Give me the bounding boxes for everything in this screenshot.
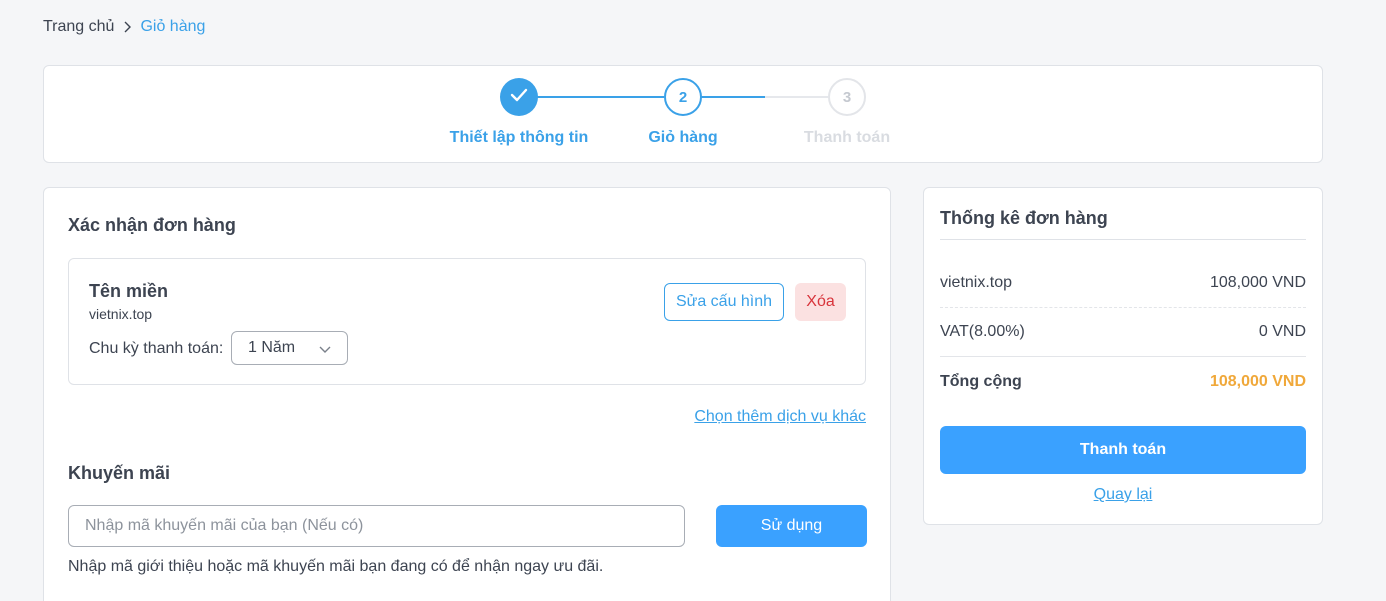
item-name: Tên miền	[89, 281, 169, 301]
apply-promo-button[interactable]: Sử dụng	[716, 505, 867, 547]
promo-code-input[interactable]	[68, 505, 685, 547]
summary-divider	[940, 239, 1306, 240]
step-2-circle: 2	[664, 78, 702, 116]
delete-item-button[interactable]: Xóa	[795, 283, 846, 321]
promo-hint: Nhập mã giới thiệu hoặc mã khuyến mãi bạ…	[68, 558, 604, 575]
add-more-services-link[interactable]: Chọn thêm dịch vụ khác	[694, 408, 866, 426]
order-summary-card: Thống kê đơn hàng vietnix.top 108,000 VN…	[923, 187, 1323, 525]
step-connector-pending	[765, 96, 828, 98]
step-connector-done	[519, 96, 664, 98]
billing-cycle-select[interactable]: 1 Năm	[231, 331, 348, 365]
summary-row: VAT(8.00%) 0 VND	[940, 308, 1306, 357]
step-3-label: Thanh toán	[803, 129, 891, 146]
chevron-right-icon	[122, 21, 132, 33]
chevron-down-icon	[319, 342, 331, 360]
summary-row-value: 0 VND	[1258, 323, 1306, 340]
order-title: Xác nhận đơn hàng	[68, 215, 236, 235]
summary-title: Thống kê đơn hàng	[940, 208, 1108, 228]
step-1-circle	[500, 78, 538, 116]
edit-config-button[interactable]: Sửa cấu hình	[664, 283, 784, 321]
checkout-button[interactable]: Thanh toán	[940, 426, 1306, 474]
breadcrumb-home-link[interactable]: Trang chủ	[43, 18, 114, 36]
cart-item: Tên miền vietnix.top Chu kỳ thanh toán: …	[68, 258, 866, 385]
item-domain: vietnix.top	[89, 306, 153, 322]
promo-title: Khuyến mãi	[68, 463, 171, 483]
order-confirmation-card: Xác nhận đơn hàng Tên miền vietnix.top C…	[43, 187, 891, 601]
billing-cycle-value: 1 Năm	[248, 339, 296, 356]
summary-row-value: 108,000 VND	[1209, 274, 1306, 291]
total-label: Tổng cộng	[940, 372, 1022, 390]
total-value: 108,000 VND	[1209, 372, 1306, 390]
step-connector-progress	[701, 96, 765, 98]
summary-row-label: vietnix.top	[940, 274, 1013, 291]
summary-total-row: Tổng cộng 108,000 VND	[940, 357, 1306, 406]
back-link[interactable]: Quay lại	[924, 486, 1322, 504]
step-3-circle: 3	[828, 78, 866, 116]
billing-cycle-label: Chu kỳ thanh toán:	[89, 340, 224, 357]
summary-row: vietnix.top 108,000 VND	[940, 259, 1306, 308]
breadcrumb-current: Giỏ hàng	[140, 18, 206, 35]
checkout-stepper: 2 3 Thiết lập thông tin Giỏ hàng Thanh t…	[43, 65, 1323, 163]
check-icon	[510, 88, 528, 106]
breadcrumb: Trang chủ Giỏ hàng	[43, 18, 205, 36]
summary-row-label: VAT(8.00%)	[940, 323, 1025, 340]
